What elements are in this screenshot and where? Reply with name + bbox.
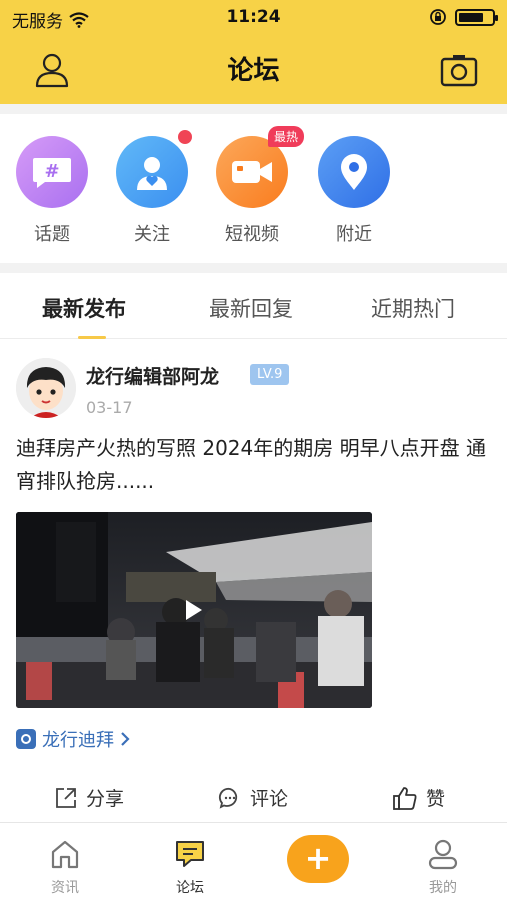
comment-label: 评论 [250,788,289,810]
comment-icon [218,787,238,809]
post-actions: 分享 评论 赞 [0,782,507,818]
person-icon [428,839,458,870]
topic-tag[interactable]: 龙行迪拜 [16,726,130,752]
share-icon [56,787,76,808]
category-label: 短视频 [225,224,279,245]
category-label: 关注 [134,224,170,245]
hashtag-icon: # [16,136,88,208]
video-camera-icon: 最热 [216,126,304,208]
tabbar-label: 我的 [429,880,457,896]
tabbar-news[interactable]: 资讯 [30,837,100,897]
avatar[interactable] [16,358,76,418]
tab-latest-replies[interactable]: 最新回复 [209,293,293,323]
new-post-button[interactable]: + [287,835,349,883]
topic-icon [16,729,36,749]
comment-button[interactable]: 评论 [218,784,288,811]
like-button[interactable]: 赞 [392,784,445,811]
category-label: 附近 [336,224,372,245]
post-card: 龙行编辑部阿龙 LV.9 03-17 迪拜房产火热的写照 2024年的期房 明早… [0,340,507,820]
post-content[interactable]: 迪拜房产火热的写照 2024年的期房 明早八点开盘 通宵排队抢房...... [16,432,486,498]
tab-trending[interactable]: 近期热门 [371,293,455,323]
like-label: 赞 [426,788,446,810]
location-pin-icon [318,136,390,208]
navbar: 论坛 [0,34,507,102]
home-icon [51,840,79,869]
thumbs-up-icon [393,786,417,810]
feed-tabs: 最新发布 最新回复 近期热门 [0,273,507,339]
hot-badge: 最热 [267,126,304,147]
tab-indicator [78,336,106,339]
tabbar-label: 资讯 [51,880,79,896]
chevron-right-icon [121,732,130,746]
orientation-lock-icon [430,9,446,25]
video-thumbnail[interactable] [16,512,372,708]
notification-dot [178,130,192,144]
page-title: 论坛 [227,56,280,86]
category-nearby[interactable]: 附近 [314,136,394,246]
forum-icon [176,841,204,867]
battery-icon [455,8,498,26]
category-short-video[interactable]: 最热 短视频 [212,126,304,246]
category-follow[interactable]: 关注 [112,130,192,246]
app-header: 无服务 11:24 论坛 [0,0,507,104]
category-bar: # 话题 关注 最热 短视频 附近 [0,114,507,264]
category-topics[interactable]: # 话题 [12,136,92,246]
svg-text:#: # [44,161,59,182]
category-label: 话题 [34,224,70,245]
camera-icon[interactable] [439,50,479,90]
topic-label: 龙行迪拜 [42,730,114,751]
section-divider [0,263,507,273]
share-button[interactable]: 分享 [54,784,124,811]
play-icon[interactable] [186,600,202,620]
author-name[interactable]: 龙行编辑部阿龙 [86,362,219,389]
section-divider [0,104,507,114]
tabbar-me[interactable]: 我的 [408,837,478,897]
share-label: 分享 [86,788,125,810]
bottom-tab-bar: 资讯 论坛 + 我的 [0,822,507,900]
post-date: 03-17 [86,398,133,417]
tabbar-label: 论坛 [176,880,204,896]
person-heart-icon [116,130,192,208]
tab-latest-posts[interactable]: 最新发布 [42,293,126,323]
status-bar: 无服务 11:24 [0,0,507,34]
level-badge: LV.9 [250,364,290,385]
tabbar-forum[interactable]: 论坛 [155,837,225,897]
